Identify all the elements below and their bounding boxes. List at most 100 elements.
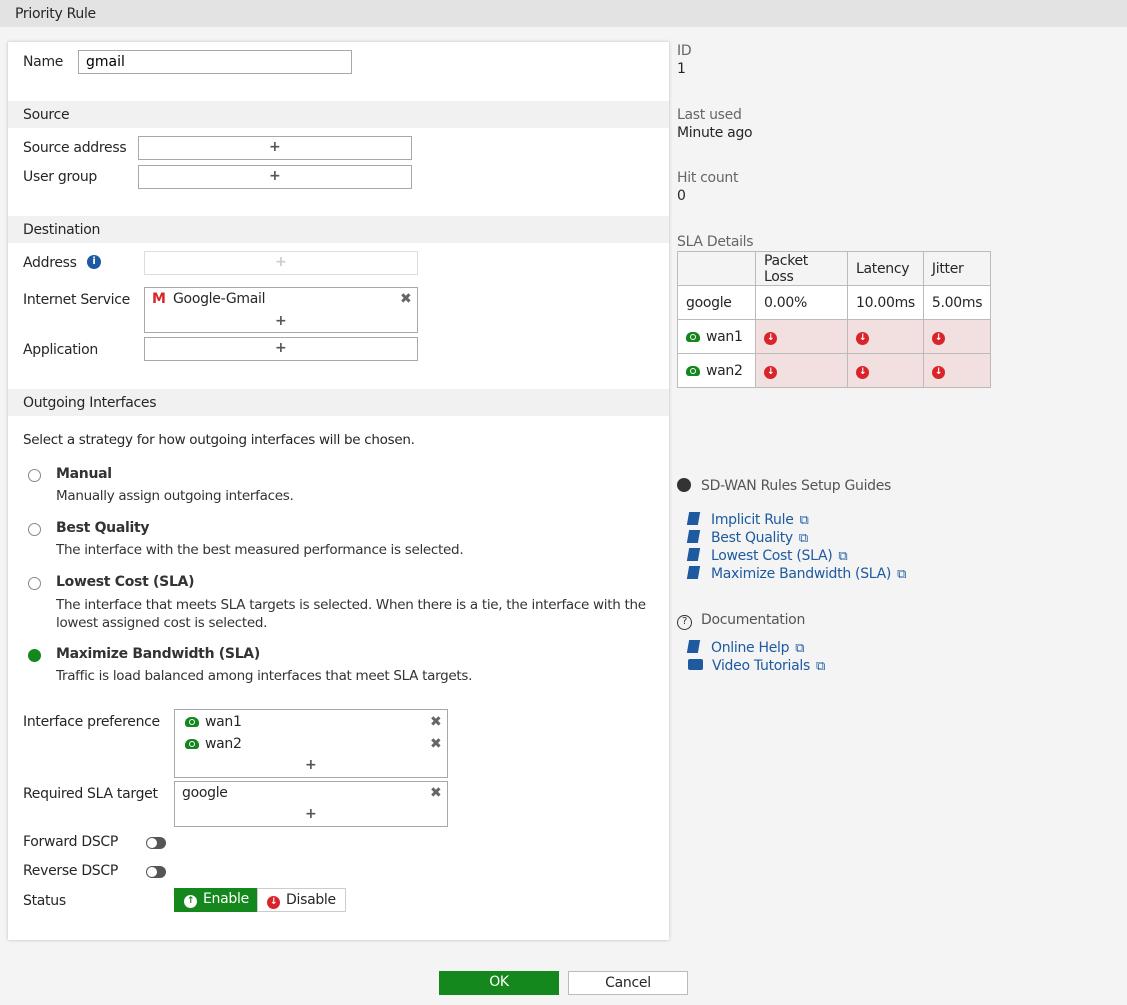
radio-best-quality[interactable] [28,523,41,536]
arrow-down-icon: ↓ [267,896,280,909]
id-label: ID [677,43,692,59]
radio-lowest-cost[interactable] [28,577,41,590]
sla-table: Packet Loss Latency Jitter google 0.00% 10.0… [677,251,992,388]
down-icon: ↓ [764,332,777,345]
guide-link[interactable]: Best Quality ⧉ [686,530,808,546]
guides-title: SD-WAN Rules Setup Guides [677,478,891,494]
status-cell: ↓ [847,319,924,354]
internet-service-field[interactable]: M Google-Gmail ✖ + [144,287,418,333]
disable-button[interactable]: ↓ Disable [257,888,346,912]
add-icon: + [269,139,281,155]
link-text: Best Quality [711,530,793,546]
interface-cell: wan1 [677,319,756,354]
interface-item: wan2 [185,736,242,752]
doc-link[interactable]: Online Help ⧉ [686,640,805,656]
source-address-field[interactable]: + [138,136,412,160]
strategy-title: Manual [56,466,112,482]
external-link-icon: ⧉ [815,659,825,674]
external-link-icon: ⧉ [795,641,805,656]
status-cell: ↓ [755,353,848,388]
enable-label: Enable [203,891,249,907]
external-link-icon: ⧉ [799,513,809,528]
strategy-title: Lowest Cost (SLA) [56,574,195,590]
dialog-title: Priority Rule [0,0,1127,27]
col-header: Jitter [922,251,992,286]
application-label: Application [23,342,98,358]
value-cell: 0.00% [755,285,848,320]
link-text: Video Tutorials [712,658,810,674]
info-icon[interactable]: i [87,255,101,269]
add-icon: + [275,313,287,329]
radio-maximize-bandwidth[interactable] [28,649,41,662]
table-row: google 0.00% 10.00ms 5.00ms [677,285,992,320]
docs-title-text: Documentation [701,612,806,628]
source-header: Source [8,101,669,128]
table-header-row: Packet Loss Latency Jitter [677,251,992,286]
add-icon: + [269,168,281,184]
down-icon: ↓ [931,332,945,345]
external-link-icon: ⧉ [798,531,808,546]
add-icon: + [275,340,287,356]
status-label: Status [23,893,66,909]
enable-button[interactable]: ↑ Enable [174,888,257,912]
sla-target-field[interactable]: google ✖ + [174,781,448,827]
name-label: Name [23,54,64,70]
interface-item: wan1 [185,714,242,730]
status-cell: ↓ [922,319,992,354]
internet-service-label: Internet Service [23,292,130,308]
strategy-desc: Traffic is load balanced among interface… [56,668,473,684]
book-icon [686,640,701,653]
down-icon: ↓ [856,332,869,345]
source-address-label: Source address [23,140,127,156]
doc-link[interactable]: Video Tutorials ⧉ [688,658,825,674]
target-cell: google [677,285,756,320]
application-field[interactable]: + [144,337,418,361]
status-cell: ↓ [755,319,848,354]
radio-manual[interactable] [28,469,41,482]
hit-count-value: 0 [677,188,686,204]
ok-button[interactable]: OK [439,971,559,995]
id-value: 1 [677,61,686,77]
guide-link[interactable]: Maximize Bandwidth (SLA) ⧉ [686,566,906,582]
user-group-label: User group [23,169,98,185]
name-input[interactable] [78,50,352,74]
empty-header [677,251,756,286]
hit-count-label: Hit count [677,170,739,186]
remove-icon[interactable]: ✖ [430,785,442,801]
status-cell: ↓ [847,353,924,388]
down-icon: ↓ [931,366,945,379]
reverse-dscp-toggle[interactable] [146,866,166,878]
col-header: Latency [847,251,924,286]
interface-name: wan2 [706,362,743,379]
cancel-button[interactable]: Cancel [568,971,688,995]
remove-icon[interactable]: ✖ [430,736,442,752]
globe-icon [677,478,691,492]
interface-preference-field[interactable]: wan1 ✖ wan2 ✖ + [174,709,448,778]
gmail-icon: M [152,291,166,307]
interface-cell: wan2 [677,353,756,388]
add-icon: + [305,757,317,773]
interface-icon [185,739,199,749]
user-group-field[interactable]: + [138,165,412,189]
interface-name: wan1 [205,714,242,730]
add-icon: + [305,806,317,822]
col-header: Packet Loss [755,251,848,286]
down-icon: ↓ [856,366,869,379]
remove-icon[interactable]: ✖ [400,291,412,307]
id-key: ID [677,43,692,59]
table-row: wan2 ↓ ↓ ↓ [677,353,992,388]
book-icon [686,530,701,543]
arrow-up-icon: ↑ [184,895,197,908]
interface-icon [686,331,700,342]
address-field-disabled: + [144,251,418,275]
link-text: Online Help [711,640,790,656]
rule-form: Name Source Source address + User group … [8,42,669,940]
guide-link[interactable]: Implicit Rule ⧉ [686,512,809,528]
guide-link[interactable]: Lowest Cost (SLA) ⧉ [686,548,848,564]
strategy-title: Best Quality [56,520,150,536]
forward-dscp-toggle[interactable] [146,837,166,849]
docs-title: ? Documentation [677,612,805,630]
last-used-label: Last used [677,107,742,123]
sla-target-label: Required SLA target [23,786,158,802]
remove-icon[interactable]: ✖ [430,714,442,730]
